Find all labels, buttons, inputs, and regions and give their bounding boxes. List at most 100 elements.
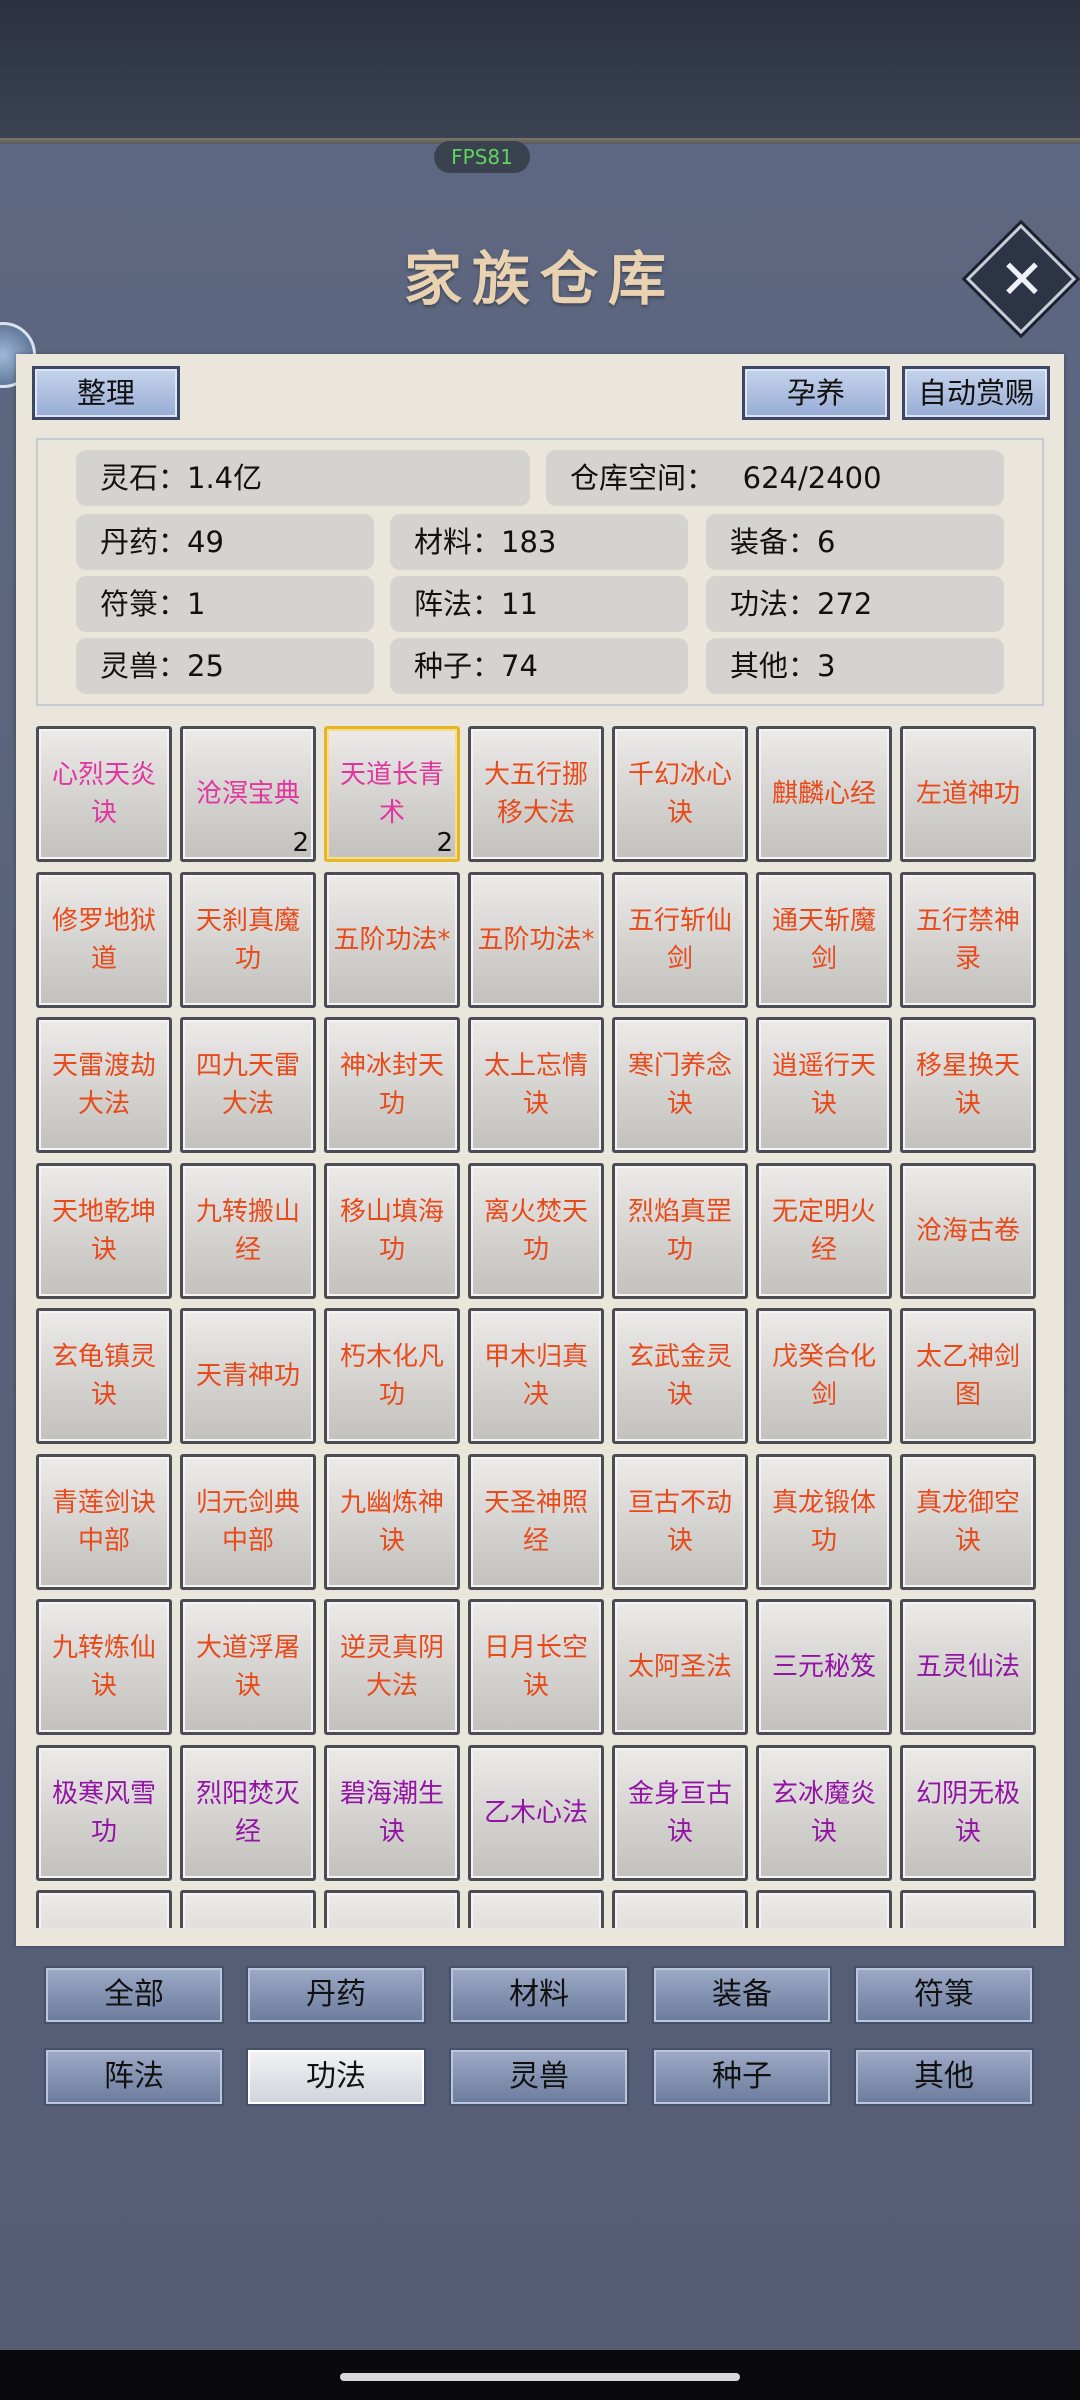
grid-item[interactable] xyxy=(468,1890,604,1928)
grid-item[interactable]: 修罗地狱道 xyxy=(36,871,172,1008)
tab-talismans[interactable]: 符箓 xyxy=(854,1966,1034,2024)
grid-item[interactable]: 真龙御空诀 xyxy=(900,1453,1036,1590)
page-title: 家族仓库 xyxy=(403,245,676,313)
grid-item-name: 沧海古卷 xyxy=(915,1215,1020,1246)
grid-item-name: 千幻冰心诀 xyxy=(627,760,732,828)
grid-item[interactable]: 九转搬山经 xyxy=(180,1162,316,1299)
grid-item[interactable]: 心烈天炎诀 xyxy=(36,726,172,862)
grid-item[interactable]: 幻阴无极诀 xyxy=(900,1744,1036,1881)
grid-item[interactable]: 五灵仙法 xyxy=(900,1599,1036,1735)
grid-item[interactable]: 移星换天诀 xyxy=(900,1017,1036,1153)
grid-item-name: 大五行挪移大法 xyxy=(483,760,588,828)
grid-item[interactable]: 移山填海功 xyxy=(324,1162,460,1299)
tab-materials[interactable]: 材料 xyxy=(449,1966,629,2024)
grid-item[interactable]: 天道长青术 2 xyxy=(324,726,460,862)
grid-item-name: 天刹真魔功 xyxy=(195,905,300,974)
nurture-button[interactable]: 孕养 xyxy=(742,366,890,420)
grid-item-name: 烈阳焚灭经 xyxy=(195,1778,300,1847)
grid-item-name: 通天斩魔剑 xyxy=(771,905,876,974)
grid-item[interactable]: 九转炼仙诀 xyxy=(36,1599,172,1735)
grid-item[interactable]: 四九天雷大法 xyxy=(180,1017,316,1153)
grid-item[interactable]: 神冰封天功 xyxy=(324,1017,460,1153)
stat-beasts: 灵兽：25 xyxy=(76,638,374,694)
tab-seeds[interactable]: 种子 xyxy=(652,2048,832,2106)
grid-item-name: 幻阴无极诀 xyxy=(915,1778,1020,1847)
grid-item-name: 真龙锻体功 xyxy=(771,1487,876,1556)
grid-item[interactable]: 麒麟心经 xyxy=(756,726,892,862)
grid-item[interactable]: 太乙神剑图 xyxy=(900,1308,1036,1444)
grid-item-name: 乙木心法 xyxy=(483,1797,588,1828)
grid-item[interactable]: 五阶功法* xyxy=(324,871,460,1008)
grid-item[interactable]: 逍遥行天诀 xyxy=(756,1017,892,1153)
tab-pills[interactable]: 丹药 xyxy=(246,1966,426,2024)
grid-item[interactable]: 三元秘笈 xyxy=(756,1599,892,1735)
grid-item-name: 三元秘笈 xyxy=(771,1652,876,1682)
grid-item[interactable]: 太阿圣法 xyxy=(612,1599,748,1735)
grid-item-name: 沧溟宝典 xyxy=(195,779,300,809)
fps-indicator: FPS81 xyxy=(434,141,530,173)
grid-item[interactable]: 九幽炼神诀 xyxy=(324,1453,460,1590)
grid-item[interactable]: 五行斩仙剑 xyxy=(612,871,748,1008)
grid-item[interactable]: 金身亘古诀 xyxy=(612,1744,748,1881)
tab-all[interactable]: 全部 xyxy=(44,1966,224,2024)
grid-item[interactable]: 归元剑典中部 xyxy=(180,1453,316,1590)
grid-item[interactable]: 烈焰真罡功 xyxy=(612,1162,748,1299)
grid-item[interactable]: 碧海潮生诀 xyxy=(324,1744,460,1881)
auto-reward-button[interactable]: 自动赏赐 xyxy=(902,366,1050,420)
grid-item[interactable]: 天雷渡劫大法 xyxy=(36,1017,172,1153)
tab-equipment[interactable]: 装备 xyxy=(652,1966,832,2024)
grid-item[interactable] xyxy=(180,1890,316,1928)
grid-item-name: 五行禁神录 xyxy=(915,905,1020,974)
grid-item[interactable]: 烈阳焚灭经 xyxy=(180,1744,316,1881)
grid-item[interactable]: 真龙锻体功 xyxy=(756,1453,892,1590)
grid-item[interactable]: 无定明火经 xyxy=(756,1162,892,1299)
grid-item[interactable]: 五行禁神录 xyxy=(900,871,1036,1008)
grid-item[interactable] xyxy=(324,1890,460,1928)
grid-item[interactable]: 太上忘情诀 xyxy=(468,1017,604,1153)
tab-techniques[interactable]: 功法 xyxy=(246,2048,426,2106)
tab-beasts[interactable]: 灵兽 xyxy=(449,2048,629,2106)
tab-formations[interactable]: 阵法 xyxy=(44,2048,224,2106)
stat-techniques: 功法：272 xyxy=(706,576,1004,632)
grid-item[interactable] xyxy=(36,1890,172,1928)
grid-item[interactable]: 五阶功法* xyxy=(468,871,604,1008)
grid-item[interactable]: 大五行挪移大法 xyxy=(468,726,604,862)
grid-item[interactable]: 左道神功 xyxy=(900,726,1036,862)
grid-item[interactable] xyxy=(900,1890,1036,1928)
grid-item[interactable]: 乙木心法 xyxy=(468,1744,604,1881)
grid-item[interactable]: 寒门养念诀 xyxy=(612,1017,748,1153)
grid-item[interactable]: 通天斩魔剑 xyxy=(756,871,892,1008)
grid-item[interactable]: 日月长空诀 xyxy=(468,1599,604,1735)
grid-item[interactable]: 千幻冰心诀 xyxy=(612,726,748,862)
grid-item-name: 左道神功 xyxy=(915,779,1020,809)
grid-item-name: 天雷渡劫大法 xyxy=(51,1051,156,1119)
grid-item-name: 逍遥行天诀 xyxy=(771,1051,876,1119)
grid-item[interactable]: 逆灵真阴大法 xyxy=(324,1599,460,1735)
grid-item[interactable]: 戊癸合化剑 xyxy=(756,1308,892,1444)
grid-item[interactable]: 天青神功 xyxy=(180,1308,316,1444)
grid-item[interactable]: 玄武金灵诀 xyxy=(612,1308,748,1444)
grid-item[interactable]: 甲木归真决 xyxy=(468,1308,604,1444)
grid-item[interactable]: 朽木化凡功 xyxy=(324,1308,460,1444)
grid-item[interactable]: 亘古不动诀 xyxy=(612,1453,748,1590)
grid-item[interactable]: 玄龟镇灵诀 xyxy=(36,1308,172,1444)
grid-item[interactable] xyxy=(756,1890,892,1928)
grid-item[interactable]: 离火焚天功 xyxy=(468,1162,604,1299)
grid-item[interactable]: 天地乾坤诀 xyxy=(36,1162,172,1299)
grid-item[interactable]: 天圣神照经 xyxy=(468,1453,604,1590)
grid-item[interactable]: 极寒风雪功 xyxy=(36,1744,172,1881)
grid-item[interactable]: 青莲剑诀中部 xyxy=(36,1453,172,1590)
sort-button[interactable]: 整理 xyxy=(32,366,180,420)
stat-pills: 丹药：49 xyxy=(76,514,374,570)
tab-others[interactable]: 其他 xyxy=(854,2048,1034,2106)
grid-item-name: 朽木化凡功 xyxy=(339,1342,444,1410)
grid-item[interactable]: 沧溟宝典 2 xyxy=(180,726,316,862)
grid-item-name: 修罗地狱道 xyxy=(51,905,156,974)
grid-item[interactable]: 大道浮屠诀 xyxy=(180,1599,316,1735)
grid-item[interactable]: 天刹真魔功 xyxy=(180,871,316,1008)
close-icon[interactable]: ✕ xyxy=(982,240,1062,320)
grid-item[interactable]: 玄冰魔炎诀 xyxy=(756,1744,892,1881)
home-indicator[interactable] xyxy=(340,2373,740,2381)
grid-item[interactable] xyxy=(612,1890,748,1928)
grid-item[interactable]: 沧海古卷 xyxy=(900,1162,1036,1299)
